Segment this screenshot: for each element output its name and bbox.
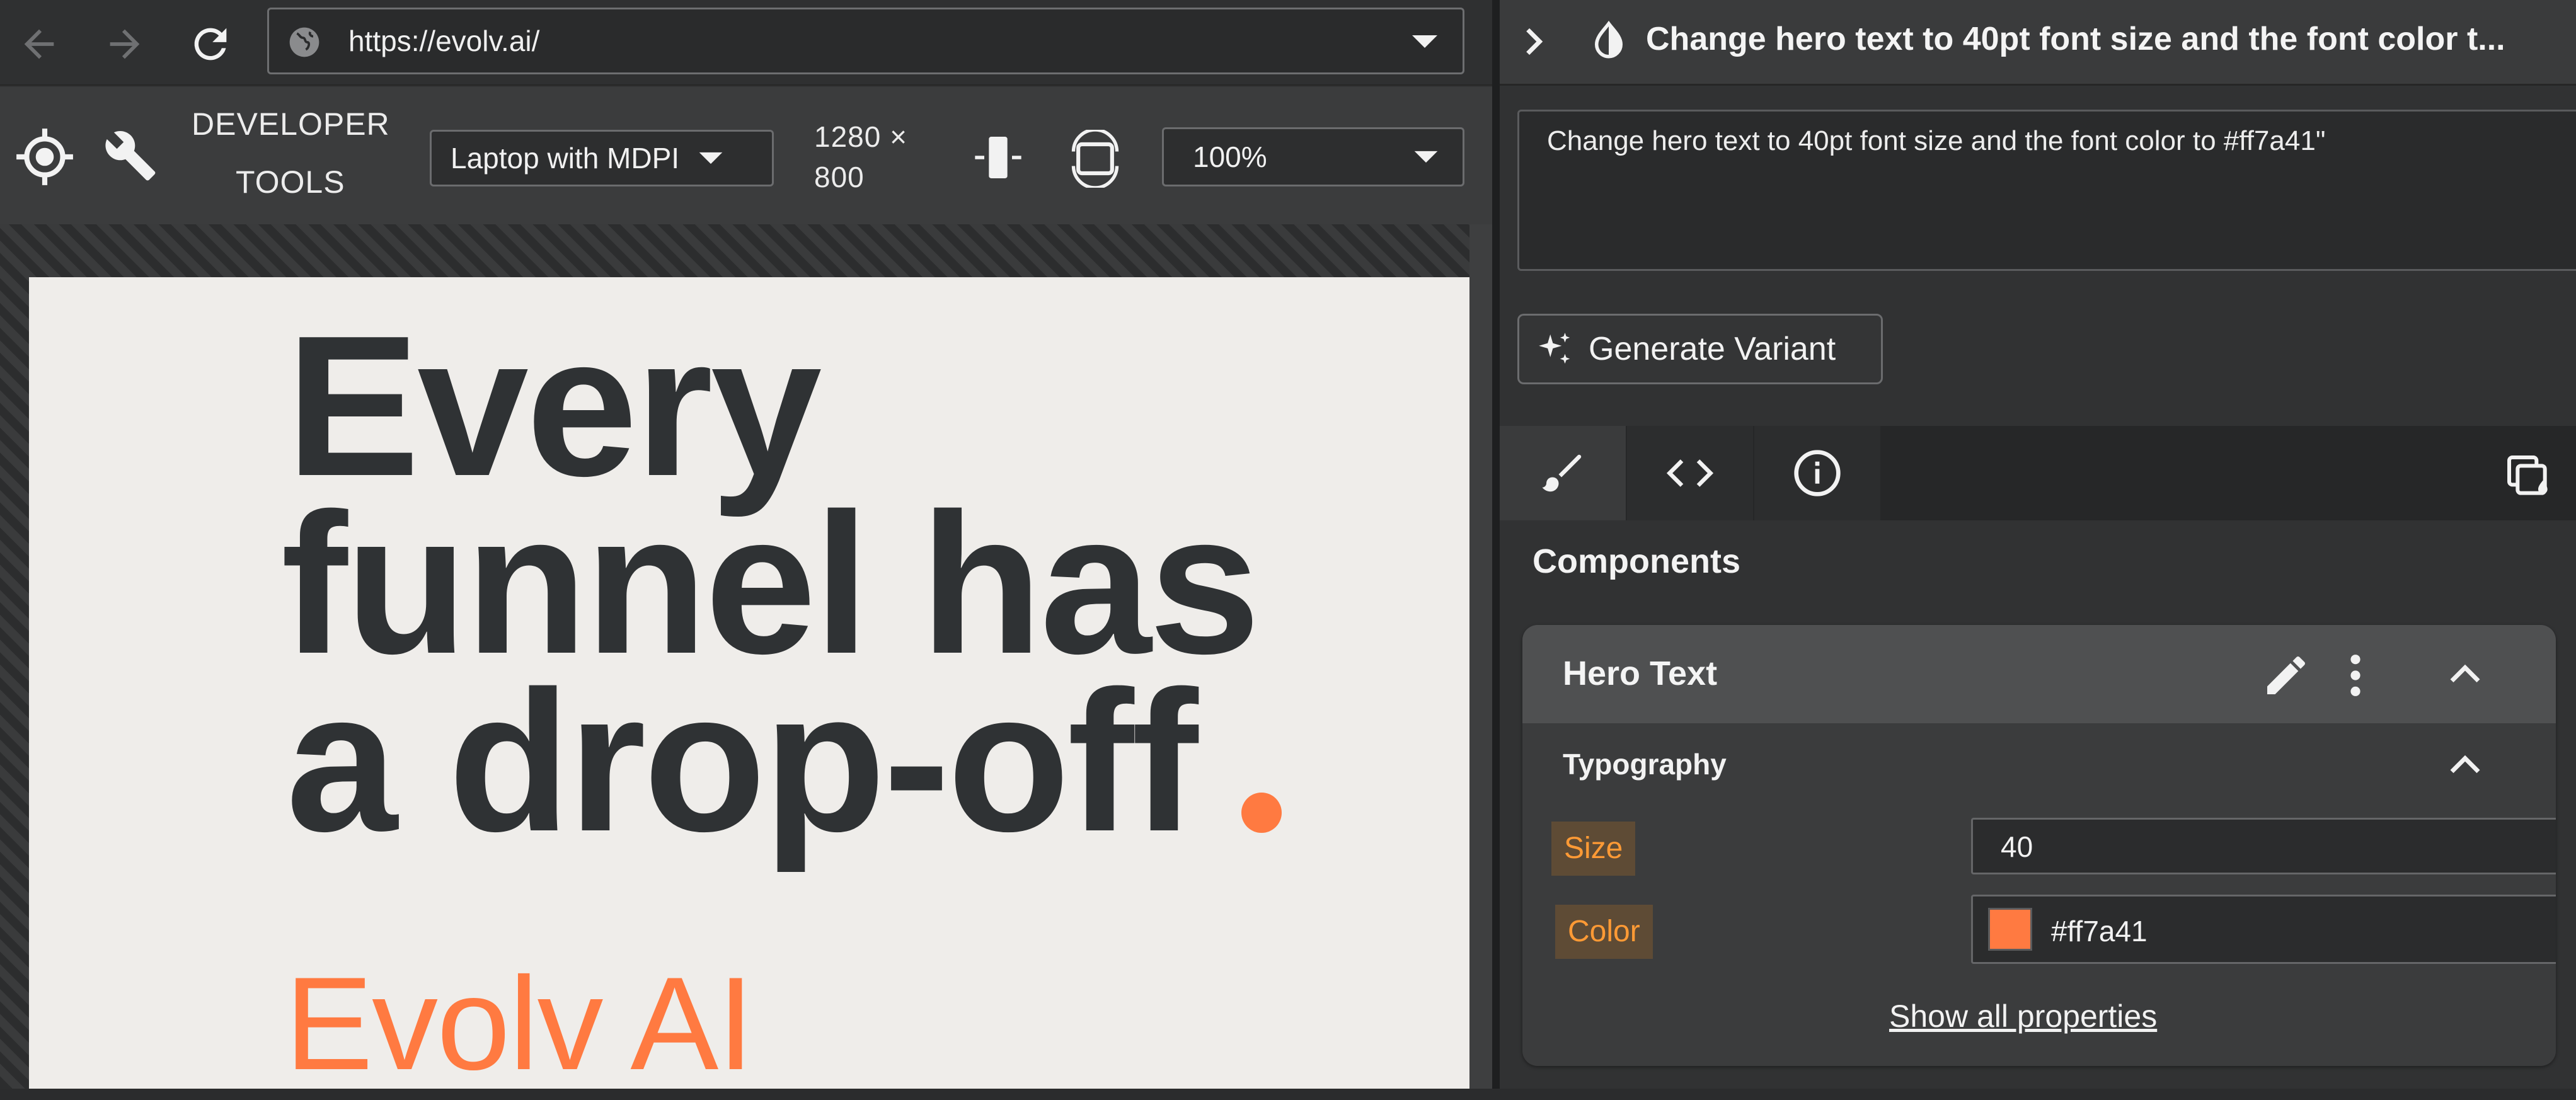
tab-style[interactable] — [1500, 426, 1626, 520]
zoom-select-value: 100% — [1193, 140, 1267, 173]
brand-name: Evolv AI — [285, 949, 754, 1097]
variant-panel: Change hero text to 40pt font size and t… — [1500, 0, 2576, 1089]
component-card-header[interactable]: Hero Text — [1522, 625, 2556, 723]
generate-variant-button[interactable]: Generate Variant — [1517, 314, 1883, 384]
zoom-select[interactable]: 100% — [1162, 127, 1464, 186]
globe-icon — [289, 27, 319, 57]
page-canvas: Every funnel has a drop-off Evolv AI — [29, 277, 1469, 1097]
panel-tabs — [1500, 426, 2576, 520]
browser-pane: https://evolv.ai/ DEVELOPER TOOLS Laptop… — [0, 0, 1492, 1097]
color-label: Color — [1555, 905, 1653, 959]
viewport-scrollbar[interactable] — [1469, 224, 1492, 1089]
arrow-left-icon — [24, 29, 54, 59]
chevron-right-icon[interactable] — [1516, 23, 1551, 60]
hero-period-dot — [1241, 793, 1282, 833]
url-text: https://evolv.ai/ — [348, 25, 540, 57]
chevron-up-icon[interactable] — [2447, 748, 2483, 780]
viewport-width: 1280 × — [814, 120, 907, 153]
typography-section-title: Typography — [1563, 748, 1727, 781]
component-card: Hero Text Typography Size 40 pt Color #f… — [1522, 625, 2556, 1066]
pencil-icon[interactable] — [2261, 650, 2311, 701]
size-value: 40 — [2001, 830, 2033, 863]
pane-divider[interactable] — [1492, 0, 1500, 1089]
panel-title: Change hero text to 40pt font size and t… — [1646, 21, 2505, 57]
contrast-drop-icon — [1594, 20, 1623, 59]
chevron-down-icon — [1414, 151, 1438, 163]
code-brackets-icon — [1666, 459, 1714, 487]
sparkles-icon — [1539, 333, 1570, 364]
forward-button[interactable] — [95, 14, 155, 74]
prompt-textarea[interactable]: Change hero text to 40pt font size and t… — [1517, 110, 2576, 271]
more-vertical-icon[interactable] — [2343, 651, 2368, 699]
back-button[interactable] — [9, 14, 69, 74]
devtools-label-line2: TOOLS — [236, 164, 345, 200]
paintbrush-icon — [1542, 454, 1582, 492]
generate-variant-label: Generate Variant — [1589, 331, 1836, 367]
show-all-properties-link[interactable]: Show all properties — [1889, 998, 2157, 1034]
tab-code[interactable] — [1627, 426, 1753, 520]
crosshair-target-icon[interactable] — [14, 126, 76, 188]
wrench-icon[interactable] — [103, 129, 158, 183]
url-toolbar: https://evolv.ai/ — [0, 0, 1492, 86]
reload-button[interactable] — [180, 14, 241, 74]
device-select[interactable]: Laptop with MDPI — [430, 130, 774, 186]
rotate-device-icon[interactable] — [1066, 130, 1124, 188]
chevron-down-icon — [699, 152, 723, 164]
size-input[interactable]: 40 pt — [1971, 818, 2556, 874]
devtools-label-line1: DEVELOPER — [192, 106, 390, 142]
panel-header: Change hero text to 40pt font size and t… — [1500, 0, 2576, 86]
devtools-toolbar: DEVELOPER TOOLS Laptop with MDPI 1280 × … — [0, 87, 1492, 224]
color-value: #ff7a41 — [2051, 915, 2148, 948]
arrow-right-icon — [110, 29, 140, 59]
hero-line-3: a drop-off — [286, 650, 1199, 873]
color-input[interactable]: #ff7a41 — [1971, 895, 2556, 964]
chevron-up-icon[interactable] — [2447, 658, 2483, 689]
resize-handle-icon[interactable] — [970, 130, 1026, 185]
reload-icon — [194, 28, 227, 60]
device-select-value: Laptop with MDPI — [451, 142, 680, 175]
components-heading: Components — [1532, 542, 1740, 580]
url-input[interactable]: https://evolv.ai/ — [267, 8, 1464, 74]
chevron-down-icon[interactable] — [1410, 31, 1440, 52]
hero-line-1: Every — [286, 294, 822, 518]
prompt-text: Change hero text to 40pt font size and t… — [1547, 125, 2326, 156]
component-name: Hero Text — [1563, 655, 1718, 692]
size-label: Size — [1551, 822, 1636, 876]
tab-info[interactable] — [1754, 426, 1880, 520]
hero-line-2: funnel has — [281, 472, 1260, 696]
color-swatch[interactable] — [1988, 908, 2032, 951]
copy-style-icon[interactable] — [2503, 451, 2553, 501]
info-icon — [1794, 450, 1841, 496]
viewport-height: 800 — [814, 161, 865, 193]
